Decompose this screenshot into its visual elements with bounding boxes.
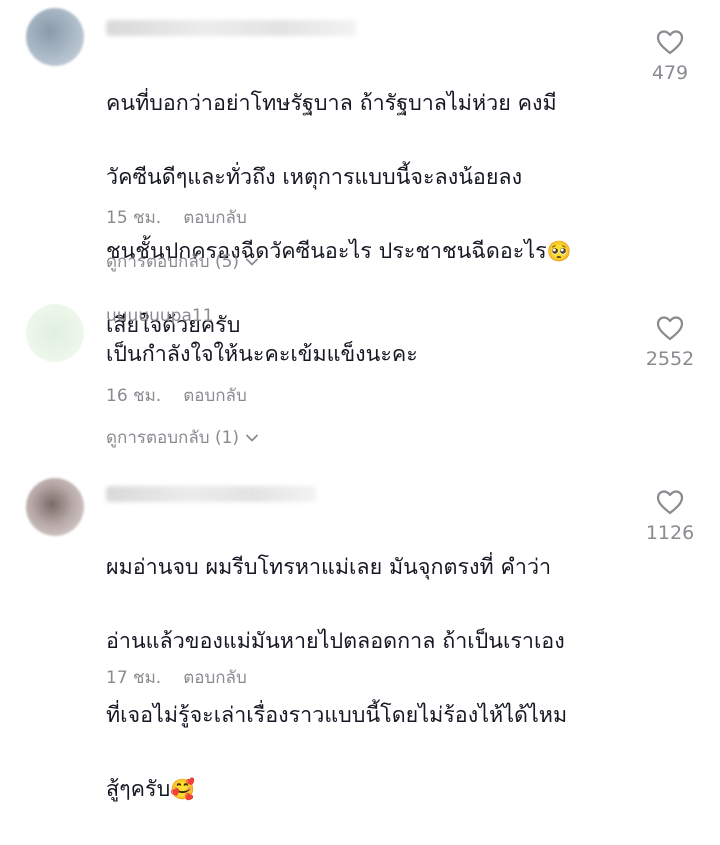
- comment-meta: 15 ชม. ตอบกลับ: [106, 204, 247, 231]
- view-replies-button[interactable]: ดูการตอบกลับ (5): [106, 248, 259, 275]
- avatar[interactable]: [26, 8, 84, 66]
- avatar[interactable]: [26, 478, 84, 536]
- comment-time: 16 ชม.: [106, 386, 162, 406]
- view-replies-label: ดูการตอบกลับ (5): [106, 252, 240, 272]
- comment-username[interactable]: uuuuuupa11: [106, 306, 214, 326]
- username-blurred[interactable]: [106, 486, 316, 502]
- comment-item: ผมอ่านจบ ผมรีบโทรหาแม่เลย มันจุกตรงที่ ค…: [0, 460, 720, 802]
- username-blurred[interactable]: [106, 20, 356, 36]
- heart-outline-icon: [656, 490, 684, 515]
- chevron-down-icon: [246, 258, 258, 265]
- like-button[interactable]: 2552: [638, 314, 702, 370]
- like-count: 479: [651, 62, 689, 84]
- comment-meta: 16 ชม. ตอบกลับ: [106, 382, 247, 409]
- heart-outline-icon: [656, 30, 684, 55]
- comment-item: คนที่บอกว่าอย่าโทษรัฐบาล ถ้ารัฐบาลไม่ห่ว…: [0, 0, 720, 338]
- comment-text: เป็นกำลังใจให้นะคะเข้มแข็งนะคะ: [106, 342, 418, 367]
- view-replies-label: ดูการตอบกลับ (1): [106, 428, 240, 448]
- like-button[interactable]: 479: [638, 28, 702, 84]
- comment-time: 15 ชม.: [106, 208, 162, 228]
- heart-outline-icon: [656, 316, 684, 341]
- comment-time: 17 ชม.: [106, 668, 162, 688]
- pleading-face-emoji: 🥺: [546, 239, 572, 263]
- smiling-face-with-hearts-emoji: 🥰: [170, 777, 196, 801]
- reply-button[interactable]: ตอบกลับ: [183, 386, 247, 406]
- reply-button[interactable]: ตอบกลับ: [183, 208, 247, 228]
- avatar[interactable]: [26, 304, 84, 362]
- chevron-down-icon: [246, 434, 258, 441]
- view-replies-button[interactable]: ดูการตอบกลับ (1): [106, 424, 259, 451]
- comment-meta: 17 ชม. ตอบกลับ: [106, 664, 247, 691]
- like-count: 1126: [645, 522, 695, 544]
- comment-item: uuuuuupa11 เป็นกำลังใจให้นะคะเข้มแข็งนะค…: [0, 290, 720, 460]
- reply-button[interactable]: ตอบกลับ: [183, 668, 247, 688]
- like-button[interactable]: 1126: [638, 488, 702, 544]
- like-count: 2552: [645, 348, 695, 370]
